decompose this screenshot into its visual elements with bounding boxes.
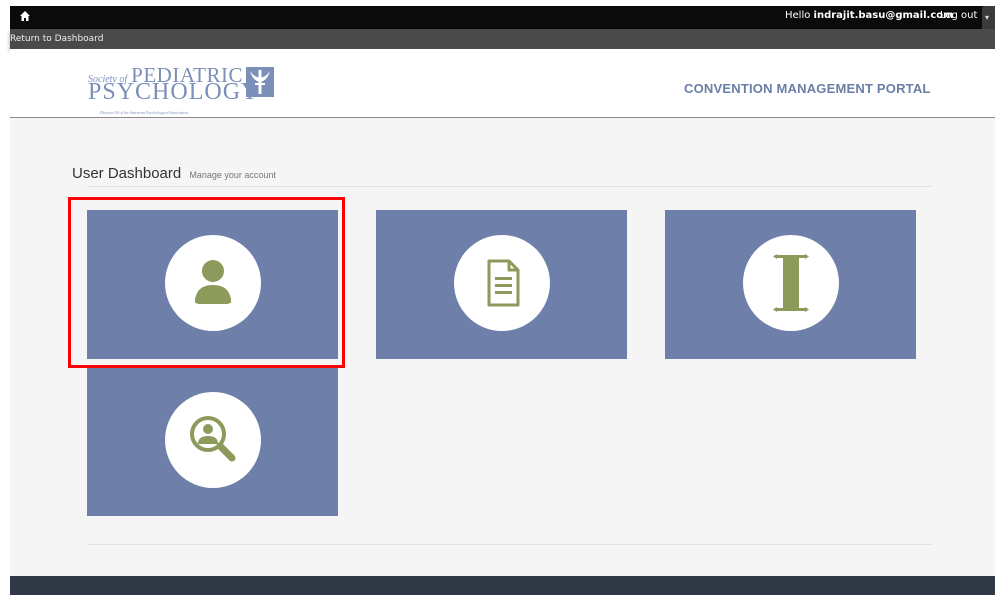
greeting-prefix: Hello [785, 10, 811, 21]
dashboard-title: User Dashboard [72, 165, 182, 182]
search-user-icon [190, 416, 236, 462]
user-greeting: Hello indrajit.basu@gmail.com [785, 10, 954, 21]
document-tile[interactable] [376, 210, 627, 359]
tile-icon-circle [743, 235, 839, 331]
tile-icon-circle [165, 392, 261, 488]
sub-bar: Return to Dashboard [10, 29, 995, 49]
divider [87, 544, 932, 545]
caduceus-logo-icon [246, 67, 274, 97]
user-menu-toggle[interactable]: ▾ [982, 6, 995, 29]
divider [87, 186, 932, 187]
main-content: User Dashboard Manage your account [10, 118, 995, 576]
return-to-dashboard-link[interactable]: Return to Dashboard [10, 34, 103, 44]
site-header: Society of PEDIATRIC PSYCHOLOGY Division… [10, 49, 995, 118]
search-user-tile[interactable] [87, 367, 338, 516]
document-icon [487, 259, 520, 307]
user-email: indrajit.basu@gmail.com [813, 10, 954, 21]
page-title: User Dashboard Manage your account [72, 163, 276, 182]
profile-tile[interactable] [87, 210, 338, 359]
scroll-tile[interactable] [665, 210, 916, 359]
user-icon [195, 260, 231, 304]
home-icon[interactable] [19, 10, 31, 22]
site-logo[interactable]: Society of PEDIATRIC PSYCHOLOGY Division… [88, 61, 288, 121]
dashboard-subtitle: Manage your account [189, 170, 276, 180]
top-bar: Hello indrajit.basu@gmail.com Log out ▾ [10, 6, 995, 29]
footer [10, 576, 995, 595]
tile-icon-circle [165, 235, 261, 331]
tile-icon-circle [454, 235, 550, 331]
chevron-down-icon: ▾ [985, 13, 990, 22]
logout-link[interactable]: Log out [940, 10, 977, 21]
logo-psychology-text: PSYCHOLOGY [88, 79, 260, 105]
logo-division-text: Division 54 of the American Psychologica… [100, 110, 189, 115]
portal-title: CONVENTION MANAGEMENT PORTAL [684, 81, 931, 96]
scroll-icon [773, 254, 809, 312]
